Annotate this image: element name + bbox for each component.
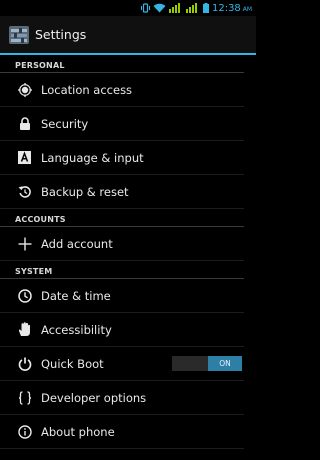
settings-item-date-time[interactable]: Date & time [0,279,244,313]
settings-item-accessibility[interactable]: Accessibility [0,313,244,347]
lock-icon [17,116,32,131]
settings-app-icon[interactable] [9,25,29,45]
toggle-on-label: ON [208,356,242,371]
section-header-system: SYSTEM [0,261,244,279]
location-icon [17,82,32,97]
braces-icon [17,390,32,405]
settings-item-developer[interactable]: Developer options [0,381,244,415]
settings-item-add-account[interactable]: Add account [0,227,244,261]
hand-icon [17,322,32,337]
action-bar: Settings [0,16,256,55]
signal-icon [185,3,200,13]
wifi-icon [153,3,166,13]
status-time: 12:38 AM [211,2,252,14]
settings-item-label: About phone [41,424,115,439]
settings-item-label: Location access [41,82,133,97]
power-icon [17,356,32,371]
vibrate-icon [140,3,150,13]
section-header-accounts: ACCOUNTS [0,209,244,227]
quick-boot-toggle[interactable]: ON [172,356,242,371]
section-header-personal: PERSONAL [0,55,244,73]
page-title: Settings [35,27,87,42]
info-icon [17,424,32,439]
settings-item-label: Date & time [41,288,111,303]
settings-item-location[interactable]: Location access [0,73,244,107]
settings-item-label: Developer options [41,390,147,405]
settings-item-label: Language & input [41,150,144,165]
settings-item-label: Add account [41,236,113,251]
settings-item-security[interactable]: Security [0,107,244,141]
restore-icon [17,184,32,199]
settings-item-quick-boot[interactable]: Quick Boot ON [0,347,244,381]
settings-item-label: Security [41,116,89,131]
plus-icon [17,236,32,251]
settings-item-backup[interactable]: Backup & reset [0,175,244,209]
settings-item-about[interactable]: About phone [0,415,244,449]
signal-icon [168,3,183,13]
settings-item-label: Quick Boot [41,356,104,371]
clock-icon [17,288,32,303]
settings-item-language[interactable]: Language & input [0,141,244,175]
battery-icon [202,3,209,13]
settings-item-label: Backup & reset [41,184,129,199]
status-bar: 12:38 AM [0,0,256,16]
keyboard-icon [17,150,32,165]
settings-item-label: Accessibility [41,322,112,337]
